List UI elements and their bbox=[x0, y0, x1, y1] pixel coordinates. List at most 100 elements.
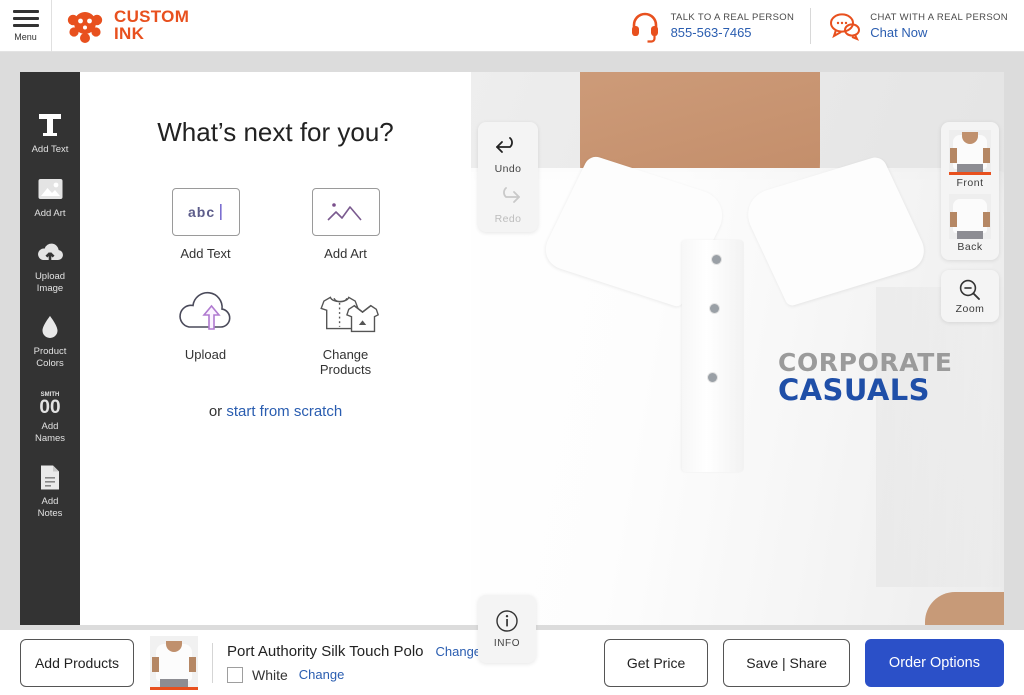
scratch-prefix: or bbox=[208, 403, 227, 420]
polo-button-2 bbox=[710, 304, 719, 313]
primary-actions: Get Price Save | Share Order Options bbox=[603, 638, 1004, 687]
sidebar-item-add-names[interactable]: SMITH 00 Add Names bbox=[20, 379, 80, 454]
next-step-options: abc Add Text Add Art Upload Change Produ… bbox=[136, 188, 416, 377]
sidebar-item-add-notes[interactable]: Add Notes bbox=[20, 454, 80, 529]
design-lab-app: Menu CUSTOM INK TALK TO A REAL PERSON 85… bbox=[0, 0, 1024, 695]
color-name: White bbox=[252, 666, 288, 683]
polo-button-3 bbox=[708, 373, 717, 382]
option-add-text[interactable]: abc Add Text bbox=[136, 188, 276, 261]
design-tools-sidebar: Add Text Add Art Upload Image Product Co… bbox=[20, 72, 80, 625]
zoom-button[interactable]: Zoom bbox=[941, 270, 999, 322]
product-details: Port Authority Silk Touch Polo Change Wh… bbox=[227, 643, 481, 683]
abc-text-icon: abc bbox=[171, 188, 240, 236]
design-stage: CORPORATE CASUALS Add Text Add Art Uploa… bbox=[0, 52, 1024, 663]
option-label-add-art: Add Art bbox=[324, 246, 367, 261]
product-name-row: Port Authority Silk Touch Polo Change bbox=[227, 643, 481, 660]
order-options-button[interactable]: Order Options bbox=[864, 638, 1004, 687]
artwork-line-1: CORPORATE bbox=[778, 348, 953, 377]
info-label: INFO bbox=[493, 638, 521, 649]
cloud-upload-icon bbox=[172, 289, 240, 337]
svg-text:00: 00 bbox=[39, 397, 60, 416]
option-label-upload: Upload bbox=[184, 347, 227, 362]
phone-support-caption: TALK TO A REAL PERSON bbox=[670, 11, 795, 23]
brand-line-1: CUSTOM bbox=[114, 6, 190, 26]
magnifier-minus-icon bbox=[959, 279, 980, 300]
redo-arrow-icon bbox=[503, 187, 520, 203]
info-circle-icon bbox=[496, 610, 518, 632]
front-thumbnail bbox=[949, 130, 991, 175]
sidebar-label-add-art: Add Art bbox=[34, 207, 66, 219]
jersey-number-icon: SMITH 00 bbox=[22, 387, 78, 417]
divider bbox=[212, 642, 213, 683]
change-product-link[interactable]: Change bbox=[436, 644, 482, 659]
document-icon bbox=[22, 462, 78, 492]
image-icon bbox=[22, 174, 78, 204]
product-color-row: White Change bbox=[227, 666, 481, 683]
mountain-art-icon bbox=[311, 188, 380, 236]
back-thumbnail bbox=[949, 194, 991, 239]
cloud-upload-icon bbox=[22, 237, 78, 267]
get-price-button[interactable]: Get Price bbox=[603, 638, 709, 687]
two-shirts-icon bbox=[312, 289, 380, 337]
whats-next-panel: What’s next for you? abc Add Text Add Ar… bbox=[80, 72, 471, 625]
support-links: TALK TO A REAL PERSON 855-563-7465 CHAT … bbox=[612, 0, 1024, 52]
page-title: What’s next for you? bbox=[157, 117, 394, 147]
sidebar-item-add-art[interactable]: Add Art bbox=[20, 166, 80, 230]
site-header: Menu CUSTOM INK TALK TO A REAL PERSON 85… bbox=[0, 0, 1024, 52]
sidebar-label-add-notes: Add Notes bbox=[37, 496, 63, 519]
sidebar-item-add-text[interactable]: Add Text bbox=[20, 102, 80, 166]
option-label-change-products: Change Products bbox=[319, 347, 372, 377]
redo-label: Redo bbox=[494, 213, 522, 225]
hamburger-icon bbox=[12, 9, 39, 27]
color-swatch[interactable] bbox=[227, 666, 243, 683]
phone-number[interactable]: 855-563-7465 bbox=[671, 25, 795, 40]
undo-button[interactable]: Undo bbox=[478, 131, 538, 181]
chat-bubble-icon bbox=[827, 9, 861, 43]
option-upload[interactable]: Upload bbox=[136, 289, 276, 377]
chat-support[interactable]: CHAT WITH A REAL PERSON Chat Now bbox=[810, 7, 1024, 44]
start-from-scratch-row: or start from scratch bbox=[80, 403, 471, 420]
info-button[interactable]: INFO bbox=[478, 595, 536, 663]
chat-support-caption: CHAT WITH A REAL PERSON bbox=[870, 11, 1008, 23]
save-share-button[interactable]: Save | Share bbox=[723, 638, 850, 687]
view-switcher: Front Back bbox=[941, 122, 999, 260]
phone-support[interactable]: TALK TO A REAL PERSON 855-563-7465 bbox=[612, 8, 811, 44]
brand-logo[interactable]: CUSTOM INK bbox=[65, 6, 189, 46]
sidebar-label-add-names: Add Names bbox=[34, 421, 66, 444]
custom-ink-octopus-icon bbox=[65, 6, 105, 46]
brand-line-2: INK bbox=[114, 23, 145, 43]
sleeve-shading bbox=[876, 287, 1004, 587]
headset-icon bbox=[628, 9, 662, 43]
droplet-icon bbox=[22, 312, 78, 342]
start-from-scratch-link[interactable]: start from scratch bbox=[226, 403, 342, 420]
change-color-link[interactable]: Change bbox=[299, 667, 345, 682]
history-controls: Undo Redo bbox=[478, 122, 538, 232]
sidebar-item-product-colors[interactable]: Product Colors bbox=[20, 304, 80, 379]
artwork-line-2: CASUALS bbox=[778, 372, 930, 407]
product-thumbnail[interactable] bbox=[150, 635, 198, 690]
option-label-add-text: Add Text bbox=[180, 246, 231, 261]
chat-now-link[interactable]: Chat Now bbox=[870, 25, 1008, 40]
add-products-button[interactable]: Add Products bbox=[20, 638, 134, 687]
product-name: Port Authority Silk Touch Polo bbox=[227, 642, 424, 660]
svg-text:abc: abc bbox=[188, 204, 215, 220]
undo-arrow-icon bbox=[496, 137, 513, 153]
view-front[interactable]: Front bbox=[941, 128, 999, 192]
option-add-art[interactable]: Add Art bbox=[276, 188, 416, 261]
polo-button-1 bbox=[712, 255, 721, 264]
undo-label: Undo bbox=[494, 163, 522, 175]
polo-placket bbox=[682, 240, 744, 472]
zoom-label: Zoom bbox=[955, 302, 985, 315]
model-arm bbox=[925, 592, 1004, 625]
brand-wordmark: CUSTOM INK bbox=[114, 6, 190, 43]
artwork-design[interactable]: CORPORATE CASUALS bbox=[778, 350, 953, 405]
view-back[interactable]: Back bbox=[941, 192, 999, 256]
view-label-back: Back bbox=[957, 241, 983, 253]
sidebar-label-product-colors: Product Colors bbox=[33, 346, 67, 369]
option-change-products[interactable]: Change Products bbox=[276, 289, 416, 377]
menu-button[interactable]: Menu bbox=[0, 0, 52, 52]
sidebar-label-add-text: Add Text bbox=[31, 144, 69, 155]
redo-button: Redo bbox=[478, 181, 538, 231]
sidebar-item-upload-image[interactable]: Upload Image bbox=[20, 229, 80, 304]
sidebar-label-upload-image: Upload Image bbox=[34, 271, 66, 294]
